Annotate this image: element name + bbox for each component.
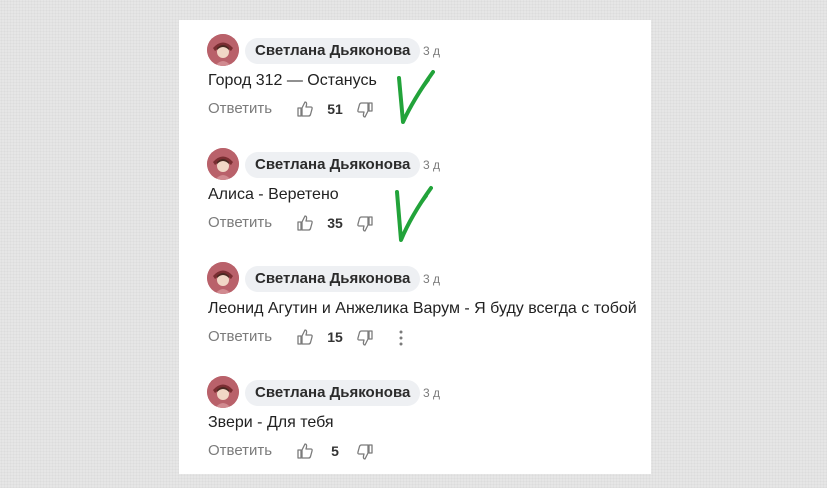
comment-item: Светлана Дьяконова 3 д Леонид Агутин и А… [179, 248, 651, 358]
reply-button[interactable]: Ответить [208, 442, 272, 459]
comment-item: Светлана Дьяконова 3 д Город 312 — Остан… [179, 20, 651, 130]
author-name[interactable]: Светлана Дьяконова [245, 266, 421, 292]
like-count: 5 [331, 443, 339, 459]
timestamp: 3 д [423, 158, 441, 172]
reply-button[interactable]: Ответить [208, 100, 272, 117]
comment-text: Звери - Для тебя [208, 414, 334, 431]
comment-item: Светлана Дьяконова 3 д Алиса - Веретено … [179, 134, 651, 244]
like-count: 35 [327, 215, 343, 231]
timestamp: 3 д [423, 272, 441, 286]
thumbs-down-icon[interactable] [356, 443, 374, 461]
like-count: 15 [327, 329, 343, 345]
comments-panel: Светлана Дьяконова 3 д Город 312 — Остан… [179, 20, 651, 474]
thumbs-down-icon[interactable] [356, 329, 374, 347]
timestamp: 3 д [423, 386, 441, 400]
comment-actions: Ответить 15 [208, 328, 628, 348]
comment-text: Город 312 — Останусь [208, 72, 377, 89]
reply-button[interactable]: Ответить [208, 214, 272, 231]
thumbs-up-icon[interactable] [296, 214, 314, 232]
thumbs-up-icon[interactable] [296, 100, 314, 118]
like-count: 51 [327, 101, 343, 117]
check-mark [395, 186, 433, 242]
avatar[interactable] [207, 262, 239, 294]
more-vertical-icon[interactable] [394, 329, 408, 347]
comment-text: Леонид Агутин и Анжелика Варум - Я буду … [208, 300, 637, 317]
avatar[interactable] [207, 34, 239, 66]
author-name[interactable]: Светлана Дьяконова [245, 152, 421, 178]
comment-text: Алиса - Веретено [208, 186, 339, 203]
thumbs-down-icon[interactable] [356, 215, 374, 233]
author-name[interactable]: Светлана Дьяконова [245, 380, 421, 406]
check-mark [397, 70, 435, 124]
thumbs-down-icon[interactable] [356, 101, 374, 119]
reply-button[interactable]: Ответить [208, 328, 272, 345]
avatar[interactable] [207, 376, 239, 408]
author-name[interactable]: Светлана Дьяконова [245, 38, 421, 64]
timestamp: 3 д [423, 44, 441, 58]
comment-actions: Ответить 5 [208, 442, 628, 462]
thumbs-up-icon[interactable] [296, 442, 314, 460]
avatar[interactable] [207, 148, 239, 180]
thumbs-up-icon[interactable] [296, 328, 314, 346]
comment-item: Светлана Дьяконова 3 д Звери - Для тебя … [179, 362, 651, 472]
